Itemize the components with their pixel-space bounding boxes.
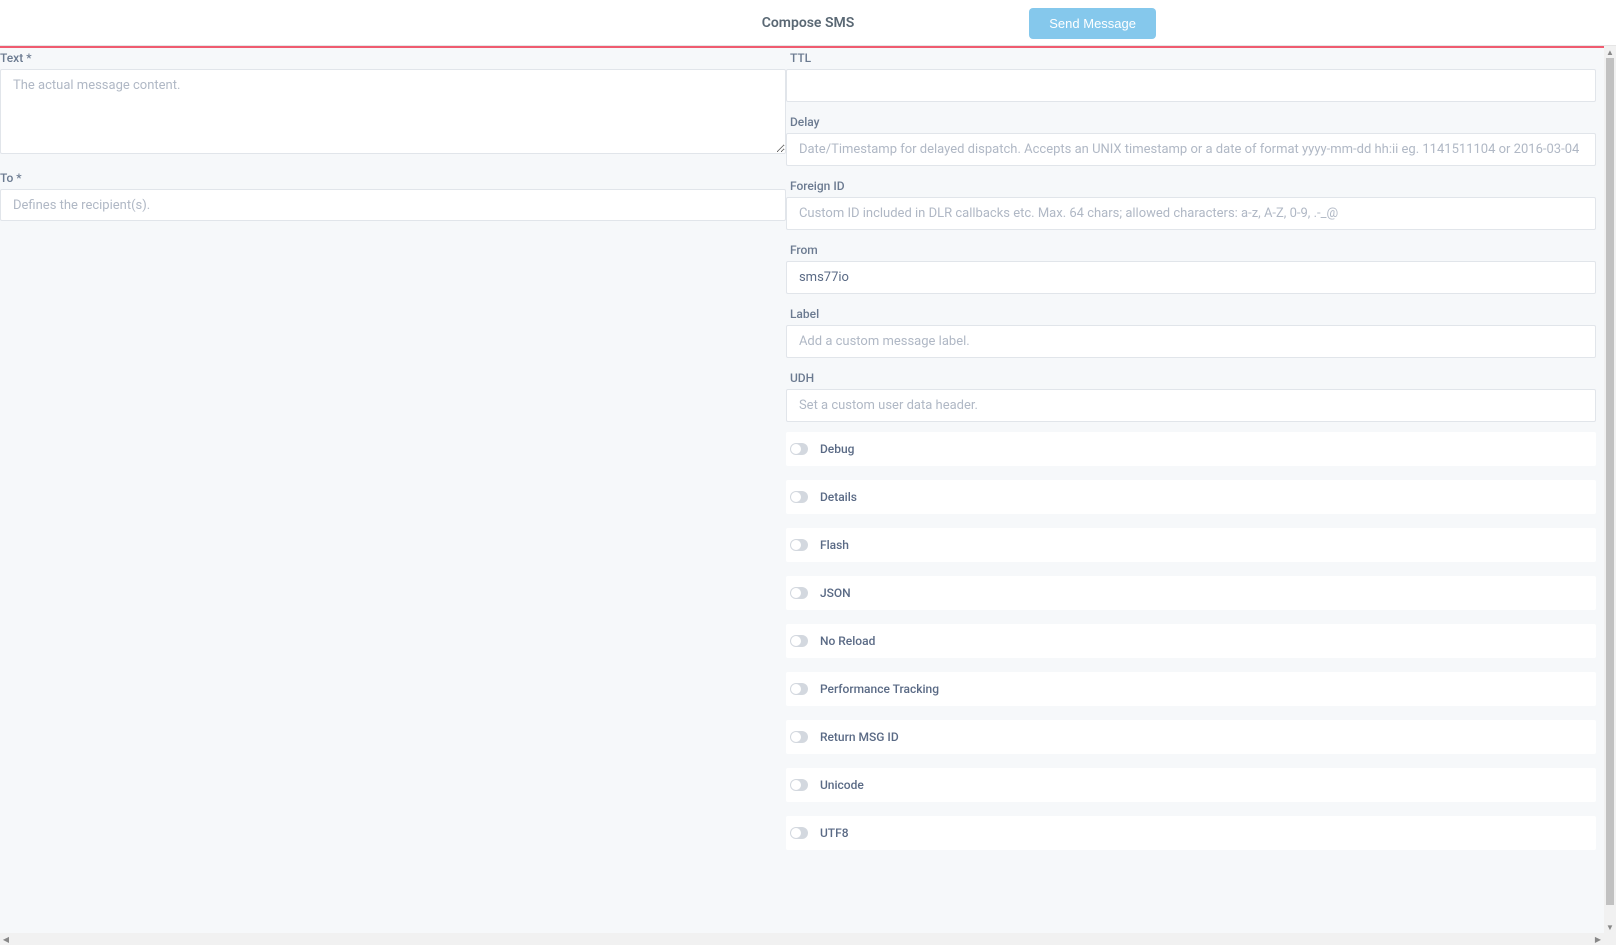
horizontal-scrollbar[interactable]: ◀ ▶ <box>0 933 1604 945</box>
toggle-utf8[interactable] <box>790 827 808 839</box>
toggle-unicode[interactable] <box>790 779 808 791</box>
ttl-label: TTL <box>786 48 1596 69</box>
udh-label: UDH <box>786 368 1596 389</box>
ttl-input[interactable] <box>786 69 1596 102</box>
toggle-label-json: JSON <box>820 586 851 600</box>
toggle-details[interactable] <box>790 491 808 503</box>
text-input[interactable] <box>0 69 786 154</box>
udh-input[interactable] <box>786 389 1596 422</box>
scroll-up-icon[interactable]: ▲ <box>1604 46 1616 58</box>
toggle-label-performance_tracking: Performance Tracking <box>820 682 939 696</box>
toggle-json[interactable] <box>790 587 808 599</box>
to-label: To * <box>0 168 786 189</box>
toggle-row-return_msg_id: Return MSG ID <box>786 720 1596 754</box>
text-label: Text * <box>0 48 786 69</box>
send-message-button[interactable]: Send Message <box>1029 8 1156 39</box>
scroll-left-icon[interactable]: ◀ <box>0 933 12 945</box>
toggle-label-debug: Debug <box>820 442 854 456</box>
toggle-label-no_reload: No Reload <box>820 634 875 648</box>
toggle-row-flash: Flash <box>786 528 1596 562</box>
delay-input[interactable] <box>786 133 1596 166</box>
toggle-performance_tracking[interactable] <box>790 683 808 695</box>
toggle-label-utf8: UTF8 <box>820 826 849 840</box>
toggle-row-unicode: Unicode <box>786 768 1596 802</box>
foreign-id-label: Foreign ID <box>786 176 1596 197</box>
to-input[interactable] <box>0 189 786 221</box>
header: Compose SMS Send Message <box>0 0 1616 46</box>
scroll-down-icon[interactable]: ▼ <box>1604 921 1616 933</box>
scrollbar-corner <box>1604 933 1616 945</box>
toggle-label-flash: Flash <box>820 538 849 552</box>
toggle-label-details: Details <box>820 490 857 504</box>
toggle-debug[interactable] <box>790 443 808 455</box>
vertical-scrollbar[interactable]: ▲ ▼ <box>1604 46 1616 933</box>
from-input[interactable] <box>786 261 1596 294</box>
toggle-row-json: JSON <box>786 576 1596 610</box>
toggle-row-debug: Debug <box>786 432 1596 466</box>
from-label: From <box>786 240 1596 261</box>
toggle-row-performance_tracking: Performance Tracking <box>786 672 1596 706</box>
foreign-id-input[interactable] <box>786 197 1596 230</box>
toggle-flash[interactable] <box>790 539 808 551</box>
toggle-no_reload[interactable] <box>790 635 808 647</box>
toggle-return_msg_id[interactable] <box>790 731 808 743</box>
delay-label: Delay <box>786 112 1596 133</box>
vertical-scroll-thumb[interactable] <box>1606 58 1614 905</box>
page-title: Compose SMS <box>762 15 855 31</box>
toggle-row-details: Details <box>786 480 1596 514</box>
toggle-label-return_msg_id: Return MSG ID <box>820 730 899 744</box>
toggle-label-unicode: Unicode <box>820 778 864 792</box>
toggle-row-utf8: UTF8 <box>786 816 1596 850</box>
toggle-row-no_reload: No Reload <box>786 624 1596 658</box>
scroll-right-icon[interactable]: ▶ <box>1592 933 1604 945</box>
label-field-label: Label <box>786 304 1596 325</box>
label-input[interactable] <box>786 325 1596 358</box>
